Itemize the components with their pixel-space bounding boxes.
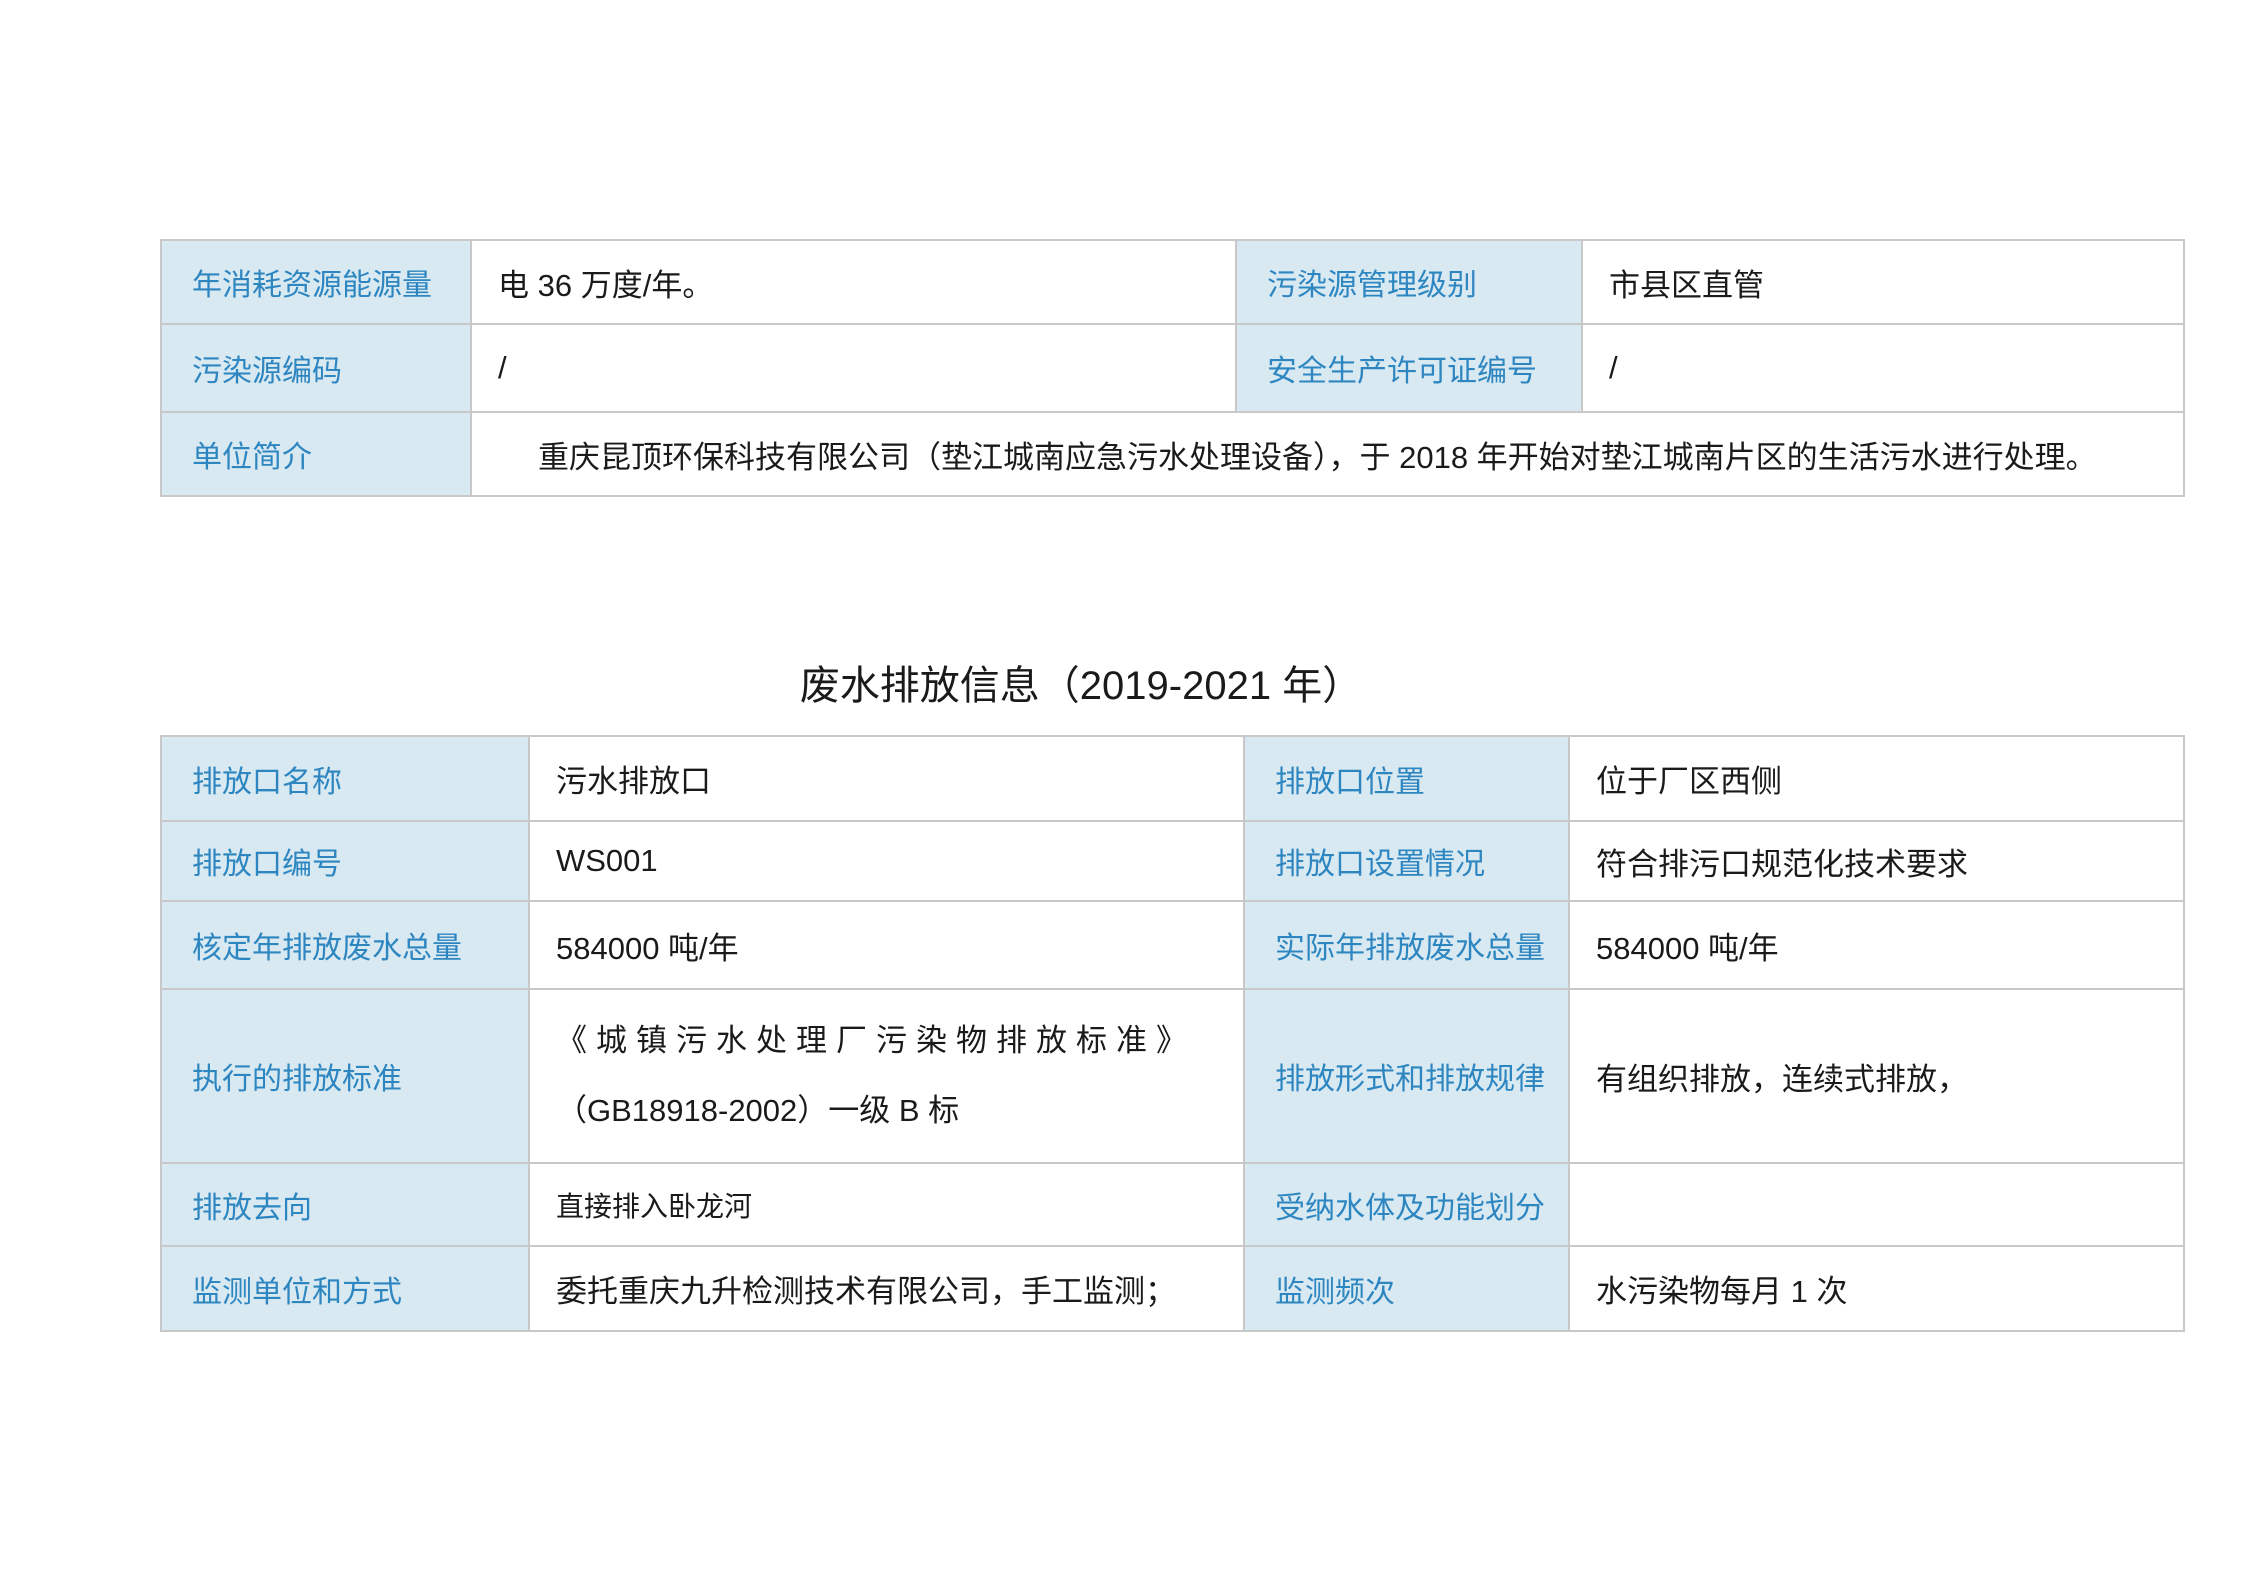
label-outlet-setup-status: 排放口设置情况 xyxy=(1244,821,1569,901)
label-approved-annual-wastewater-total: 核定年排放废水总量 xyxy=(161,901,529,989)
label-discharge-destination: 排放去向 xyxy=(161,1163,529,1246)
label-annual-energy-consumption: 年消耗资源能源量 xyxy=(161,240,471,324)
label-company-profile: 单位简介 xyxy=(161,412,471,496)
discharge-standard-line2: （GB18918-2002）一级 B 标 xyxy=(556,1076,1223,1146)
value-discharge-form-and-pattern: 有组织排放，连续式排放， xyxy=(1569,989,2184,1163)
value-discharge-standard: 《城镇污水处理厂污染物排放标准》 （GB18918-2002）一级 B 标 xyxy=(529,989,1244,1163)
value-outlet-number: WS001 xyxy=(529,821,1244,901)
company-info-table: 年消耗资源能源量 电 36 万度/年。 污染源管理级别 市县区直管 污染源编码 … xyxy=(160,239,2185,497)
label-safety-production-license-number: 安全生产许可证编号 xyxy=(1236,324,1582,412)
table-row: 单位简介 重庆昆顶环保科技有限公司（垫江城南应急污水处理设备），于 2018 年… xyxy=(161,412,2184,496)
wastewater-discharge-table: 排放口名称 污水排放口 排放口位置 位于厂区西侧 排放口编号 WS001 排放口… xyxy=(160,735,2185,1332)
value-outlet-setup-status: 符合排污口规范化技术要求 xyxy=(1569,821,2184,901)
label-discharge-standard: 执行的排放标准 xyxy=(161,989,529,1163)
table-row: 执行的排放标准 《城镇污水处理厂污染物排放标准》 （GB18918-2002）一… xyxy=(161,989,2184,1163)
value-monitoring-frequency: 水污染物每月 1 次 xyxy=(1569,1246,2184,1331)
label-monitoring-frequency: 监测频次 xyxy=(1244,1246,1569,1331)
value-actual-annual-wastewater-total: 584000 吨/年 xyxy=(1569,901,2184,989)
label-receiving-water-body-and-function: 受纳水体及功能划分 xyxy=(1244,1163,1569,1246)
table-row: 监测单位和方式 委托重庆九升检测技术有限公司，手工监测； 监测频次 水污染物每月… xyxy=(161,1246,2184,1331)
label-pollution-source-management-level: 污染源管理级别 xyxy=(1236,240,1582,324)
label-outlet-location: 排放口位置 xyxy=(1244,736,1569,821)
label-outlet-name: 排放口名称 xyxy=(161,736,529,821)
document-page: 年消耗资源能源量 电 36 万度/年。 污染源管理级别 市县区直管 污染源编码 … xyxy=(0,0,2245,1587)
value-safety-production-license-number: / xyxy=(1582,324,2184,412)
value-outlet-name: 污水排放口 xyxy=(529,736,1244,821)
discharge-standard-line1: 《城镇污水处理厂污染物排放标准》 xyxy=(556,1006,1223,1076)
section-title-wastewater-discharge-info: 废水排放信息（2019-2021 年） xyxy=(800,658,1362,714)
value-receiving-water-body-and-function xyxy=(1569,1163,2184,1246)
table-row: 年消耗资源能源量 电 36 万度/年。 污染源管理级别 市县区直管 xyxy=(161,240,2184,324)
value-pollution-source-code: / xyxy=(471,324,1236,412)
value-annual-energy-consumption: 电 36 万度/年。 xyxy=(471,240,1236,324)
label-actual-annual-wastewater-total: 实际年排放废水总量 xyxy=(1244,901,1569,989)
table-row: 排放口名称 污水排放口 排放口位置 位于厂区西侧 xyxy=(161,736,2184,821)
value-approved-annual-wastewater-total: 584000 吨/年 xyxy=(529,901,1244,989)
value-discharge-destination: 直接排入卧龙河 xyxy=(529,1163,1244,1246)
table-row: 核定年排放废水总量 584000 吨/年 实际年排放废水总量 584000 吨/… xyxy=(161,901,2184,989)
value-pollution-source-management-level: 市县区直管 xyxy=(1582,240,2184,324)
label-discharge-form-and-pattern: 排放形式和排放规律 xyxy=(1244,989,1569,1163)
table-row: 排放口编号 WS001 排放口设置情况 符合排污口规范化技术要求 xyxy=(161,821,2184,901)
label-pollution-source-code: 污染源编码 xyxy=(161,324,471,412)
value-monitoring-unit-and-method: 委托重庆九升检测技术有限公司，手工监测； xyxy=(529,1246,1244,1331)
value-company-profile: 重庆昆顶环保科技有限公司（垫江城南应急污水处理设备），于 2018 年开始对垫江… xyxy=(471,412,2184,496)
table-row: 污染源编码 / 安全生产许可证编号 / xyxy=(161,324,2184,412)
value-outlet-location: 位于厂区西侧 xyxy=(1569,736,2184,821)
label-monitoring-unit-and-method: 监测单位和方式 xyxy=(161,1246,529,1331)
label-outlet-number: 排放口编号 xyxy=(161,821,529,901)
table-row: 排放去向 直接排入卧龙河 受纳水体及功能划分 xyxy=(161,1163,2184,1246)
